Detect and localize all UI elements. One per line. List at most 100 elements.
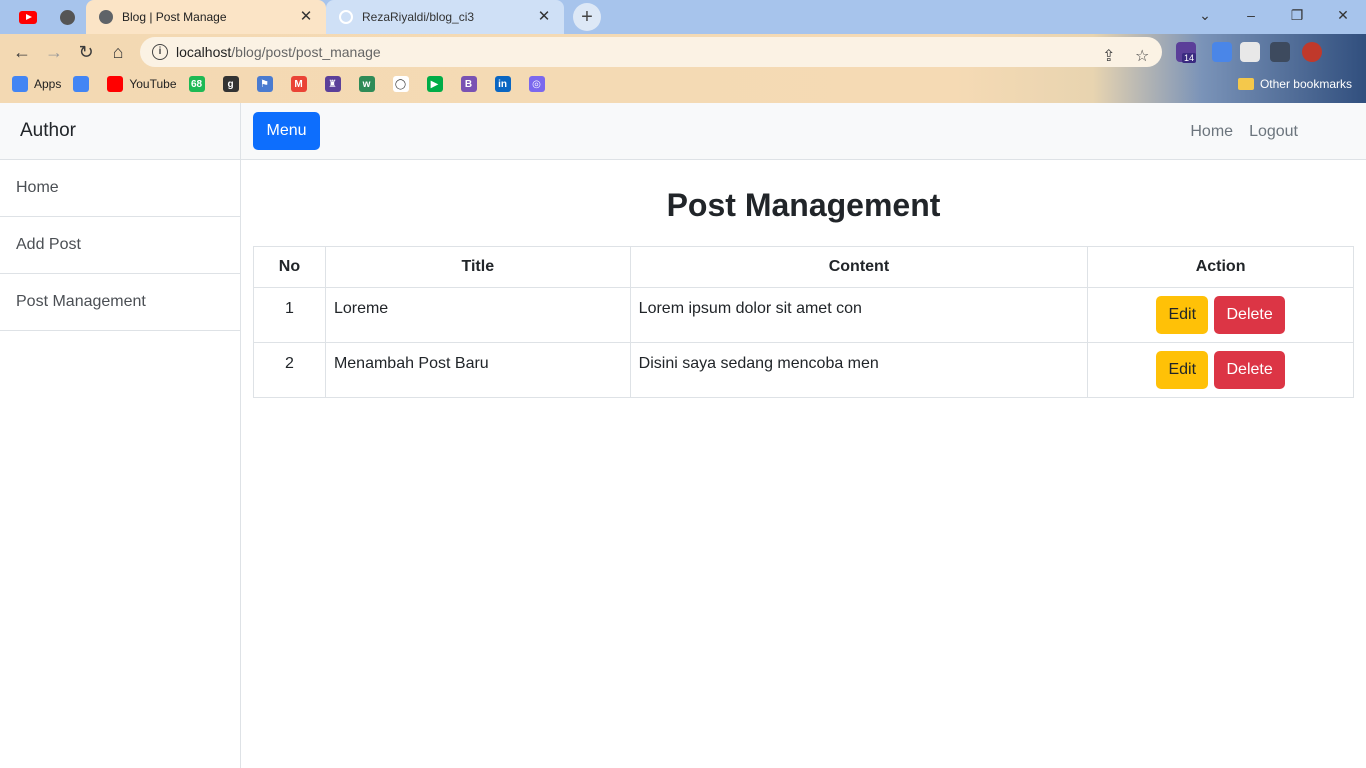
browser-tabstrip: Blog | Post Manage ✕ RezaRiyaldi/blog_ci… [0, 0, 1366, 34]
main-content: Post Management No Title Content Action … [253, 160, 1354, 398]
home-icon: ⌂ [112, 41, 124, 62]
other-bookmarks[interactable]: Other bookmarks [1237, 77, 1352, 91]
bookmark-item[interactable]: ⚑ [256, 76, 279, 92]
bookmark-item[interactable]: w [358, 76, 381, 92]
star-icon[interactable]: ☆ [1135, 46, 1149, 66]
url-path: /blog/post/post_manage [231, 44, 381, 60]
tab-github-repo[interactable]: RezaRiyaldi/blog_ci3 ✕ [326, 0, 564, 34]
back-button[interactable]: ← [8, 38, 36, 66]
meet-icon: ▶ [426, 76, 443, 92]
close-icon: ✕ [1337, 6, 1349, 23]
cell-content: Lorem ipsum dolor sit amet con [629, 287, 1089, 343]
tab-search-button[interactable]: ⌄ [1182, 0, 1228, 30]
bookmark-item[interactable]: M [290, 76, 313, 92]
close-window-button[interactable]: ✕ [1320, 0, 1366, 30]
top-navbar: Menu Home Logout [241, 103, 1366, 160]
bookmark-item[interactable]: B [460, 76, 483, 92]
posts-table: No Title Content Action 1 Loreme Lorem i… [253, 246, 1354, 398]
bookmark-item[interactable]: g [222, 76, 245, 92]
arrow-right-icon: → [45, 41, 63, 62]
sidebar: Author Home Add Post Post Management [0, 103, 241, 768]
tab-title: Blog | Post Manage [122, 10, 227, 24]
home-button[interactable]: ⌂ [104, 38, 132, 66]
nav-link-logout[interactable]: Logout [1249, 123, 1298, 141]
extension-badge: 14 [1182, 53, 1197, 63]
cell-no: 2 [253, 342, 326, 398]
site-info-icon[interactable]: i [152, 44, 168, 60]
minimize-button[interactable]: – [1228, 0, 1274, 30]
extension-icon[interactable]: 14 [1176, 42, 1197, 63]
browser-toolbar: ← → ↻ ⌂ i localhost/blog/post/post_manag… [0, 34, 1366, 103]
tab-title: RezaRiyaldi/blog_ci3 [362, 10, 475, 24]
column-header-action: Action [1087, 246, 1354, 288]
delete-button[interactable]: Delete [1214, 296, 1285, 334]
youtube-icon [19, 10, 37, 24]
page-title: Post Management [666, 187, 941, 223]
w3-icon: w [358, 76, 375, 92]
delete-button[interactable]: Delete [1214, 351, 1285, 389]
bookmark-item[interactable]: ♜ [324, 76, 347, 92]
reload-button[interactable]: ↻ [72, 38, 100, 66]
cell-title: Loreme [324, 287, 631, 343]
bookmark-item[interactable]: ◎ [528, 76, 551, 92]
cell-action: Edit Delete [1087, 287, 1354, 343]
close-tab-icon[interactable]: ✕ [536, 9, 552, 25]
google-translate-icon [73, 76, 90, 92]
youtube-icon [107, 76, 124, 92]
gmail-icon: M [290, 76, 307, 92]
sidebar-item-add-post[interactable]: Add Post [0, 217, 240, 274]
badge-68-icon: 68 [188, 76, 205, 92]
nav-link-home[interactable]: Home [1190, 123, 1233, 141]
arrow-left-icon: ← [13, 41, 31, 62]
restore-button[interactable]: ❐ [1274, 0, 1320, 30]
navbar-links: Home Logout [1174, 103, 1298, 160]
tower-icon: ♜ [324, 76, 341, 92]
sidebar-item-home[interactable]: Home [0, 160, 240, 217]
github-icon: ◯ [392, 76, 409, 92]
chevron-down-icon: ⌄ [1199, 6, 1211, 23]
address-bar[interactable]: i localhost/blog/post/post_manage ⇪ ☆ [140, 37, 1162, 67]
puzzle-icon[interactable] [1240, 42, 1260, 62]
avatar[interactable] [1302, 42, 1322, 62]
cell-action: Edit Delete [1087, 342, 1354, 398]
sidebar-item-post-management[interactable]: Post Management [0, 274, 240, 331]
cell-no: 1 [253, 287, 326, 343]
column-header-no: No [253, 246, 326, 288]
edit-button[interactable]: Edit [1156, 351, 1209, 389]
bookmark-item[interactable]: ▶ [426, 76, 449, 92]
plus-icon: + [581, 5, 593, 28]
column-header-content: Content [629, 246, 1089, 288]
bookmark-item[interactable]: YouTube [107, 76, 177, 92]
new-tab-button[interactable]: + [573, 3, 601, 31]
bookmark-label: YouTube [129, 77, 177, 91]
sidepanel-icon[interactable] [1270, 42, 1290, 62]
pinned-tab-globe[interactable] [47, 0, 87, 34]
globe-icon [98, 9, 114, 25]
share-icon[interactable]: ⇪ [1102, 46, 1115, 66]
bootstrap-icon: B [460, 76, 477, 92]
apps-grid-icon [12, 76, 28, 92]
bookmark-item[interactable]: 68 [188, 76, 211, 92]
bookmark-item[interactable]: in [494, 76, 517, 92]
edit-button[interactable]: Edit [1156, 296, 1209, 334]
bookmarks-bar: Apps YouTube 68 g ⚑ M ♜ w ◯ ▶ Bin ◎ [0, 72, 551, 96]
url-host: localhost [176, 44, 232, 60]
pinned-tab-youtube[interactable] [8, 0, 48, 34]
sidebar-heading: Author [0, 103, 240, 160]
extension-icon[interactable] [1212, 42, 1232, 62]
tab-blog-post-manage[interactable]: Blog | Post Manage ✕ [86, 0, 326, 34]
menu-toggle-button[interactable]: Menu [253, 112, 320, 150]
github-icon [338, 9, 354, 25]
bookmark-item[interactable]: Apps [12, 76, 61, 92]
cell-content: Disini saya sedang mencoba men [629, 342, 1089, 398]
g-icon: g [222, 76, 239, 92]
restore-icon: ❐ [1290, 6, 1304, 23]
reload-icon: ↻ [78, 41, 94, 62]
table-header-row: No Title Content Action [253, 246, 1354, 288]
bookmark-item[interactable]: ◯ [392, 76, 415, 92]
bookmark-item[interactable] [73, 76, 95, 92]
column-header-title: Title [324, 246, 631, 288]
search-app-icon: ◎ [528, 76, 545, 92]
close-tab-icon[interactable]: ✕ [298, 9, 314, 25]
forward-button[interactable]: → [40, 38, 68, 66]
